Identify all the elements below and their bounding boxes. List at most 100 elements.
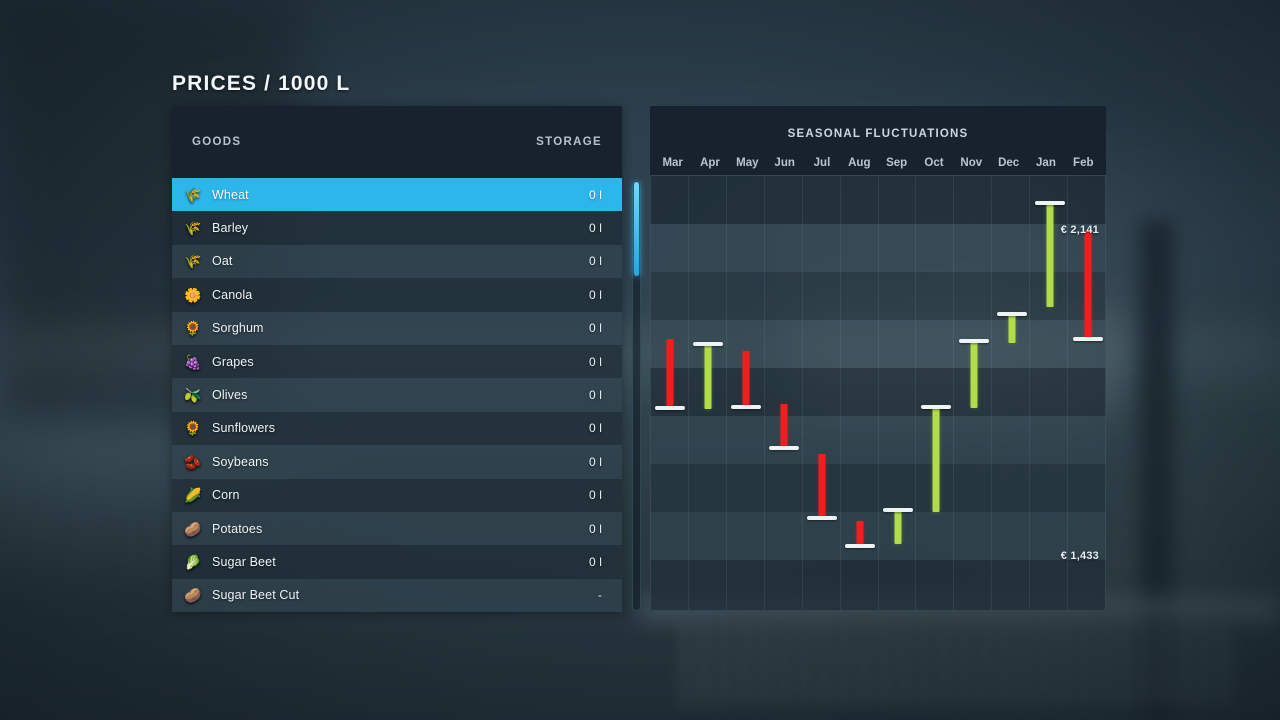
chart-bar-sep-up bbox=[895, 510, 902, 544]
olives-icon: 🫒 bbox=[182, 384, 204, 406]
goods-name: Sugar Beet bbox=[212, 555, 589, 569]
month-label-sep: Sep bbox=[878, 157, 915, 169]
wheat-icon: 🌾 bbox=[182, 184, 204, 206]
goods-name: Sugar Beet Cut bbox=[212, 588, 598, 602]
chart-price-marker-sep bbox=[883, 508, 913, 512]
chart-price-marker-apr bbox=[693, 342, 723, 346]
sorghum-icon: 🌻 bbox=[182, 317, 204, 339]
chart-price-marker-oct bbox=[921, 405, 951, 409]
goods-row-barley[interactable]: 🌾Barley0 l bbox=[172, 211, 622, 244]
goods-scrollbar-thumb[interactable] bbox=[634, 182, 639, 276]
goods-storage: 0 l bbox=[589, 288, 602, 302]
goods-scrollbar-track[interactable] bbox=[632, 180, 641, 611]
month-label-nov: Nov bbox=[953, 157, 990, 169]
soybeans-icon: 🫘 bbox=[182, 451, 204, 473]
chart-bar-slot-mar bbox=[651, 176, 689, 610]
chart-bar-jul-down bbox=[819, 454, 826, 518]
sugar-beet-cut-icon: 🥔 bbox=[182, 584, 204, 606]
month-label-feb: Feb bbox=[1065, 157, 1102, 169]
goods-storage: 0 l bbox=[589, 488, 602, 502]
chart-price-high-label: € 2,141 bbox=[1061, 224, 1099, 236]
chart-title: SEASONAL FLUCTUATIONS bbox=[650, 128, 1106, 140]
chart-bar-slot-jun bbox=[765, 176, 803, 610]
goods-name: Soybeans bbox=[212, 455, 589, 469]
goods-list[interactable]: 🌾Wheat0 l🌾Barley0 l🌾Oat0 l🌼Canola0 l🌻Sor… bbox=[172, 178, 622, 611]
chart-plot-area: € 2,141 € 1,433 bbox=[650, 175, 1106, 611]
goods-storage: 0 l bbox=[589, 188, 602, 202]
chart-bar-nov-up bbox=[971, 341, 978, 408]
goods-storage: 0 l bbox=[589, 555, 602, 569]
chart-bar-slot-sep bbox=[879, 176, 917, 610]
chart-price-marker-dec bbox=[997, 312, 1027, 316]
chart-price-marker-aug bbox=[845, 544, 875, 548]
chart-bar-mar-down bbox=[667, 339, 674, 408]
chart-price-marker-may bbox=[731, 405, 761, 409]
goods-row-oat[interactable]: 🌾 Oat0 l bbox=[172, 245, 622, 278]
chart-bar-jun-down bbox=[781, 404, 788, 448]
chart-bar-aug-down bbox=[857, 521, 864, 546]
goods-name: Sorghum bbox=[212, 321, 589, 335]
month-label-jul: Jul bbox=[803, 157, 840, 169]
chart-bar-slot-apr bbox=[689, 176, 727, 610]
goods-row-soybeans[interactable]: 🫘 Soybeans0 l bbox=[172, 445, 622, 478]
goods-row-grapes[interactable]: 🍇Grapes0 l bbox=[172, 345, 622, 378]
goods-row-sugar-beet[interactable]: 🥬 Sugar Beet0 l bbox=[172, 545, 622, 578]
month-label-dec: Dec bbox=[990, 157, 1027, 169]
chart-price-marker-jan bbox=[1035, 201, 1065, 205]
month-label-jan: Jan bbox=[1027, 157, 1064, 169]
chart-price-marker-mar bbox=[655, 406, 685, 410]
goods-name: Potatoes bbox=[212, 522, 589, 536]
goods-storage: 0 l bbox=[589, 221, 602, 235]
chart-price-marker-jun bbox=[769, 446, 799, 450]
chart-bar-slot-aug bbox=[841, 176, 879, 610]
sugar-beet-icon: 🥬 bbox=[182, 551, 204, 573]
month-label-mar: Mar bbox=[654, 157, 691, 169]
chart-bar-feb-down bbox=[1085, 231, 1092, 339]
chart-price-low-label: € 1,433 bbox=[1061, 550, 1099, 562]
goods-row-sorghum[interactable]: 🌻 Sorghum0 l bbox=[172, 312, 622, 345]
chart-header: SEASONAL FLUCTUATIONS MarAprMayJunJulAug… bbox=[650, 106, 1106, 175]
corn-icon: 🌽 bbox=[182, 484, 204, 506]
chart-bar-slot-nov bbox=[955, 176, 993, 610]
goods-row-corn[interactable]: 🌽Corn0 l bbox=[172, 479, 622, 512]
goods-row-potatoes[interactable]: 🥔Potatoes0 l bbox=[172, 512, 622, 545]
chart-bar-slot-oct bbox=[917, 176, 955, 610]
goods-panel: GOODS STORAGE 🌾Wheat0 l🌾Barley0 l🌾Oat0 l… bbox=[172, 106, 622, 611]
goods-storage: - bbox=[598, 588, 602, 602]
goods-storage: 0 l bbox=[589, 254, 602, 268]
goods-storage: 0 l bbox=[589, 421, 602, 435]
chart-price-marker-jul bbox=[807, 516, 837, 520]
chart-bar-may-down bbox=[743, 351, 750, 407]
goods-row-sugar-beet-cut[interactable]: 🥔 Sugar Beet Cut- bbox=[172, 579, 622, 612]
chart-bar-jan-up bbox=[1047, 203, 1054, 307]
chart-bar-dec-up bbox=[1009, 314, 1016, 343]
goods-storage: 0 l bbox=[589, 455, 602, 469]
month-label-may: May bbox=[729, 157, 766, 169]
sunflowers-icon: 🌻 bbox=[182, 417, 204, 439]
chart-bar-slot-jul bbox=[803, 176, 841, 610]
column-header-goods: GOODS bbox=[192, 136, 536, 148]
barley-icon: 🌾 bbox=[182, 217, 204, 239]
oat-icon: 🌾 bbox=[182, 250, 204, 272]
goods-storage: 0 l bbox=[589, 388, 602, 402]
month-label-aug: Aug bbox=[841, 157, 878, 169]
goods-name: Olives bbox=[212, 388, 589, 402]
month-label-apr: Apr bbox=[691, 157, 728, 169]
goods-row-olives[interactable]: 🫒 Olives0 l bbox=[172, 378, 622, 411]
month-label-oct: Oct bbox=[915, 157, 952, 169]
chart-bar-apr-up bbox=[705, 344, 712, 409]
chart-panel: SEASONAL FLUCTUATIONS MarAprMayJunJulAug… bbox=[650, 106, 1106, 611]
chart-bar-slot-jan bbox=[1031, 176, 1069, 610]
chart-month-axis: MarAprMayJunJulAugSepOctNovDecJanFeb bbox=[654, 157, 1102, 169]
goods-name: Oat bbox=[212, 254, 589, 268]
chart-bar-slot-dec bbox=[993, 176, 1031, 610]
month-label-jun: Jun bbox=[766, 157, 803, 169]
column-header-storage: STORAGE bbox=[536, 136, 602, 148]
goods-storage: 0 l bbox=[589, 321, 602, 335]
goods-storage: 0 l bbox=[589, 355, 602, 369]
chart-price-marker-feb bbox=[1073, 337, 1103, 341]
goods-row-canola[interactable]: 🌼Canola0 l bbox=[172, 278, 622, 311]
goods-row-wheat[interactable]: 🌾Wheat0 l bbox=[172, 178, 622, 211]
goods-row-sunflowers[interactable]: 🌻Sunflowers0 l bbox=[172, 412, 622, 445]
page-title: PRICES / 1000 L bbox=[172, 72, 350, 96]
